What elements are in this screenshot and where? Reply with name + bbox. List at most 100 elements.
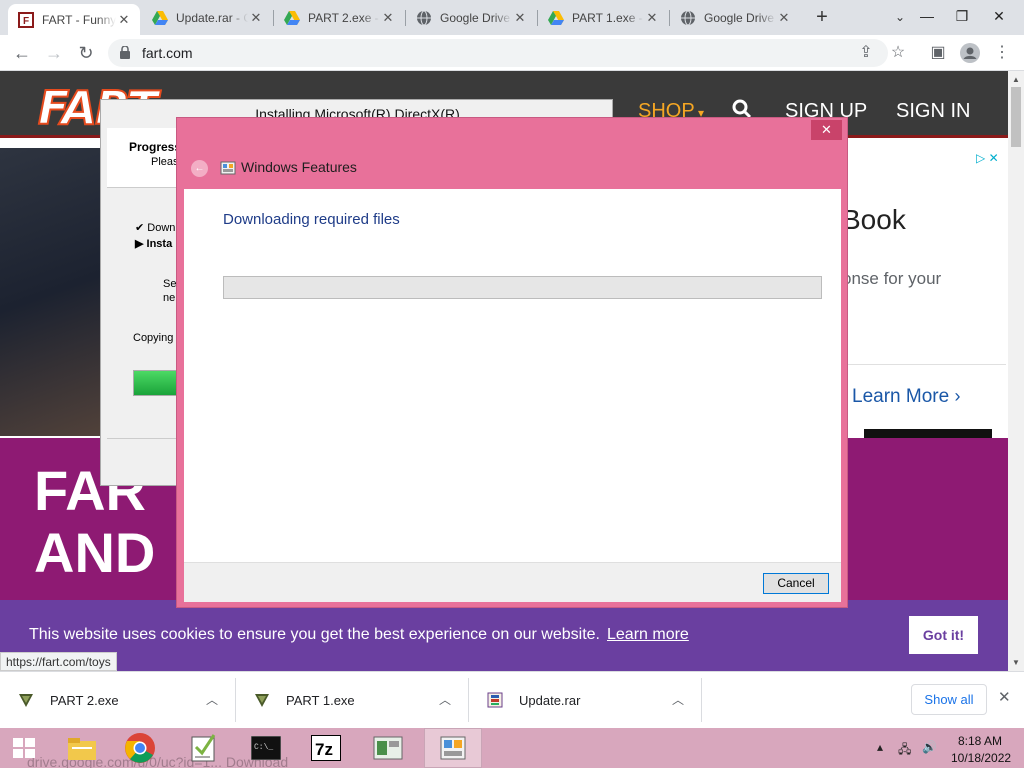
notepad-plus-plus-icon[interactable] [180, 728, 228, 768]
cancel-button[interactable]: Cancel [763, 573, 829, 594]
tab-google-drive-1[interactable]: Google Drive ✕ [406, 4, 536, 32]
download-shelf: PART 2.exe ︿ PART 1.exe ︿ Update.rar ︿ S… [0, 671, 1024, 728]
cookie-accept-button[interactable]: Got it! [909, 616, 978, 654]
installer-detail-2: ne [163, 292, 176, 304]
control-panel-icon[interactable] [364, 728, 412, 768]
nav-sign-in[interactable]: SIGN IN [896, 100, 970, 123]
profile-avatar-icon[interactable] [958, 41, 982, 65]
download-item[interactable]: PART 2.exe ︿ [0, 678, 236, 722]
download-item[interactable]: Update.rar ︿ [469, 678, 702, 722]
browser-toolbar: ← → ↻ fart.com ⇪ ☆ ▣ ⋮ [0, 35, 1024, 71]
tab-search-chevron-icon[interactable]: ⌄ [890, 6, 910, 28]
close-download-shelf-icon[interactable]: ✕ [998, 688, 1011, 706]
url-text: fart.com [142, 45, 193, 61]
globe-icon [416, 10, 432, 26]
share-icon[interactable]: ⇪ [854, 41, 878, 65]
svg-text:F: F [23, 16, 29, 27]
network-icon[interactable]: 🖧 [898, 740, 911, 761]
close-tab-icon[interactable]: ✕ [116, 12, 132, 28]
back-arrow-icon[interactable]: ← [10, 41, 34, 65]
tab-google-drive-2[interactable]: Google Drive ✕ [670, 4, 800, 32]
bookmark-star-icon[interactable]: ☆ [886, 41, 910, 65]
tab-title: FART - Funny Toys [42, 12, 116, 27]
cookie-text: This website uses cookies to ensure you … [29, 626, 600, 643]
volume-icon[interactable]: 🔊 [922, 740, 937, 754]
installer-detail-1: Se [163, 278, 177, 290]
globe-icon [680, 10, 696, 26]
scroll-up-icon[interactable]: ▲ [1012, 75, 1020, 84]
dialog-footer: Cancel [184, 562, 841, 602]
executable-file-icon [18, 692, 36, 708]
close-tab-icon[interactable]: ✕ [248, 10, 264, 26]
download-progress-bar [223, 276, 822, 299]
new-tab-button[interactable]: + [812, 6, 832, 28]
download-item[interactable]: PART 1.exe ︿ [236, 678, 469, 722]
show-hidden-icons-chevron-icon[interactable]: ▴ [877, 740, 883, 754]
ad-learn-more-link[interactable]: Learn More › [852, 386, 960, 408]
adchoices-icon[interactable]: ▷ ✕ [976, 151, 999, 165]
windows-taskbar: drive.google.com/u/0/uc?id=1... Download… [0, 728, 1024, 768]
ad-subtitle: onse for your [842, 269, 942, 288]
page-scrollbar[interactable]: ▲ ▼ [1008, 71, 1024, 671]
tab-fart[interactable]: F FART - Funny Toys ✕ [8, 4, 140, 35]
show-all-downloads-button[interactable]: Show all [911, 684, 987, 715]
minimize-icon[interactable]: — [910, 0, 944, 32]
reload-icon[interactable]: ↻ [74, 41, 98, 65]
google-drive-icon [548, 10, 564, 26]
close-tab-icon[interactable]: ✕ [644, 10, 660, 26]
close-tab-icon[interactable]: ✕ [512, 10, 528, 26]
chevron-up-icon[interactable]: ︿ [206, 691, 218, 708]
tab-title: Google Drive [704, 11, 775, 25]
google-drive-icon [152, 10, 168, 26]
close-tab-icon[interactable]: ✕ [776, 10, 792, 26]
hero-image [0, 148, 110, 436]
cookie-learn-more-link[interactable]: Learn more [607, 626, 689, 644]
scroll-down-icon[interactable]: ▼ [1012, 658, 1020, 667]
fart-favicon: F [18, 11, 34, 28]
dialog-body: Downloading required files [184, 189, 841, 562]
forward-arrow-icon[interactable]: → [42, 41, 66, 65]
executable-file-icon [254, 692, 272, 708]
dialog-title: Windows Features [241, 159, 357, 175]
address-bar[interactable]: fart.com [108, 39, 888, 67]
download-filename: Update.rar [519, 693, 581, 708]
tab-strip: F FART - Funny Toys ✕ Update.rar - Googl… [0, 0, 1024, 35]
chrome-icon[interactable] [116, 728, 164, 768]
status-bar-url: https://fart.com/toys [0, 652, 117, 671]
tab-title: Google Drive [440, 11, 511, 25]
windows-features-icon [220, 161, 236, 175]
tab-title: Update.rar - Google Drive [176, 11, 248, 25]
installer-please-text: Pleas [151, 156, 179, 168]
cookie-banner: This website uses cookies to ensure you … [0, 600, 1008, 671]
arrow-right-icon: ▶ [135, 238, 144, 250]
start-button-windows-icon[interactable] [0, 728, 48, 768]
archive-file-icon [487, 692, 505, 708]
restore-icon[interactable]: ❐ [945, 0, 979, 32]
tab-part2[interactable]: PART 2.exe - Google Drive ✕ [274, 4, 404, 32]
7zip-icon[interactable]: 7z [302, 728, 350, 768]
clock-time[interactable]: 8:18 AM [958, 734, 1002, 748]
close-window-icon[interactable]: ✕ [982, 0, 1016, 32]
checkmark-icon: ✔ [135, 222, 145, 234]
lock-icon [120, 46, 130, 59]
file-explorer-icon[interactable] [58, 728, 106, 768]
tab-update-rar[interactable]: Update.rar - Google Drive ✕ [142, 4, 272, 32]
command-prompt-icon[interactable]: C:\_ [242, 728, 290, 768]
side-panel-icon[interactable]: ▣ [926, 41, 950, 65]
installer-progress-bar [133, 370, 177, 396]
windows-features-taskbar-icon[interactable] [424, 728, 482, 768]
dialog-close-icon[interactable]: ✕ [811, 120, 842, 140]
back-arrow-icon[interactable]: ← [191, 160, 208, 177]
clock-date[interactable]: 10/18/2022 [951, 751, 1011, 765]
tab-part1[interactable]: PART 1.exe - Google Drive ✕ [538, 4, 668, 32]
download-filename: PART 2.exe [50, 693, 119, 708]
chevron-up-icon[interactable]: ︿ [672, 691, 684, 708]
windows-features-dialog: ✕ ← Windows Features Downloading require… [176, 117, 848, 608]
installer-copying-text: Copying f [133, 332, 180, 344]
scroll-thumb[interactable] [1011, 87, 1021, 147]
tab-title: PART 1.exe - Google Drive [572, 11, 644, 25]
chevron-up-icon[interactable]: ︿ [439, 691, 451, 708]
google-drive-icon [284, 10, 300, 26]
close-tab-icon[interactable]: ✕ [380, 10, 396, 26]
kebab-menu-icon[interactable]: ⋮ [990, 41, 1014, 65]
